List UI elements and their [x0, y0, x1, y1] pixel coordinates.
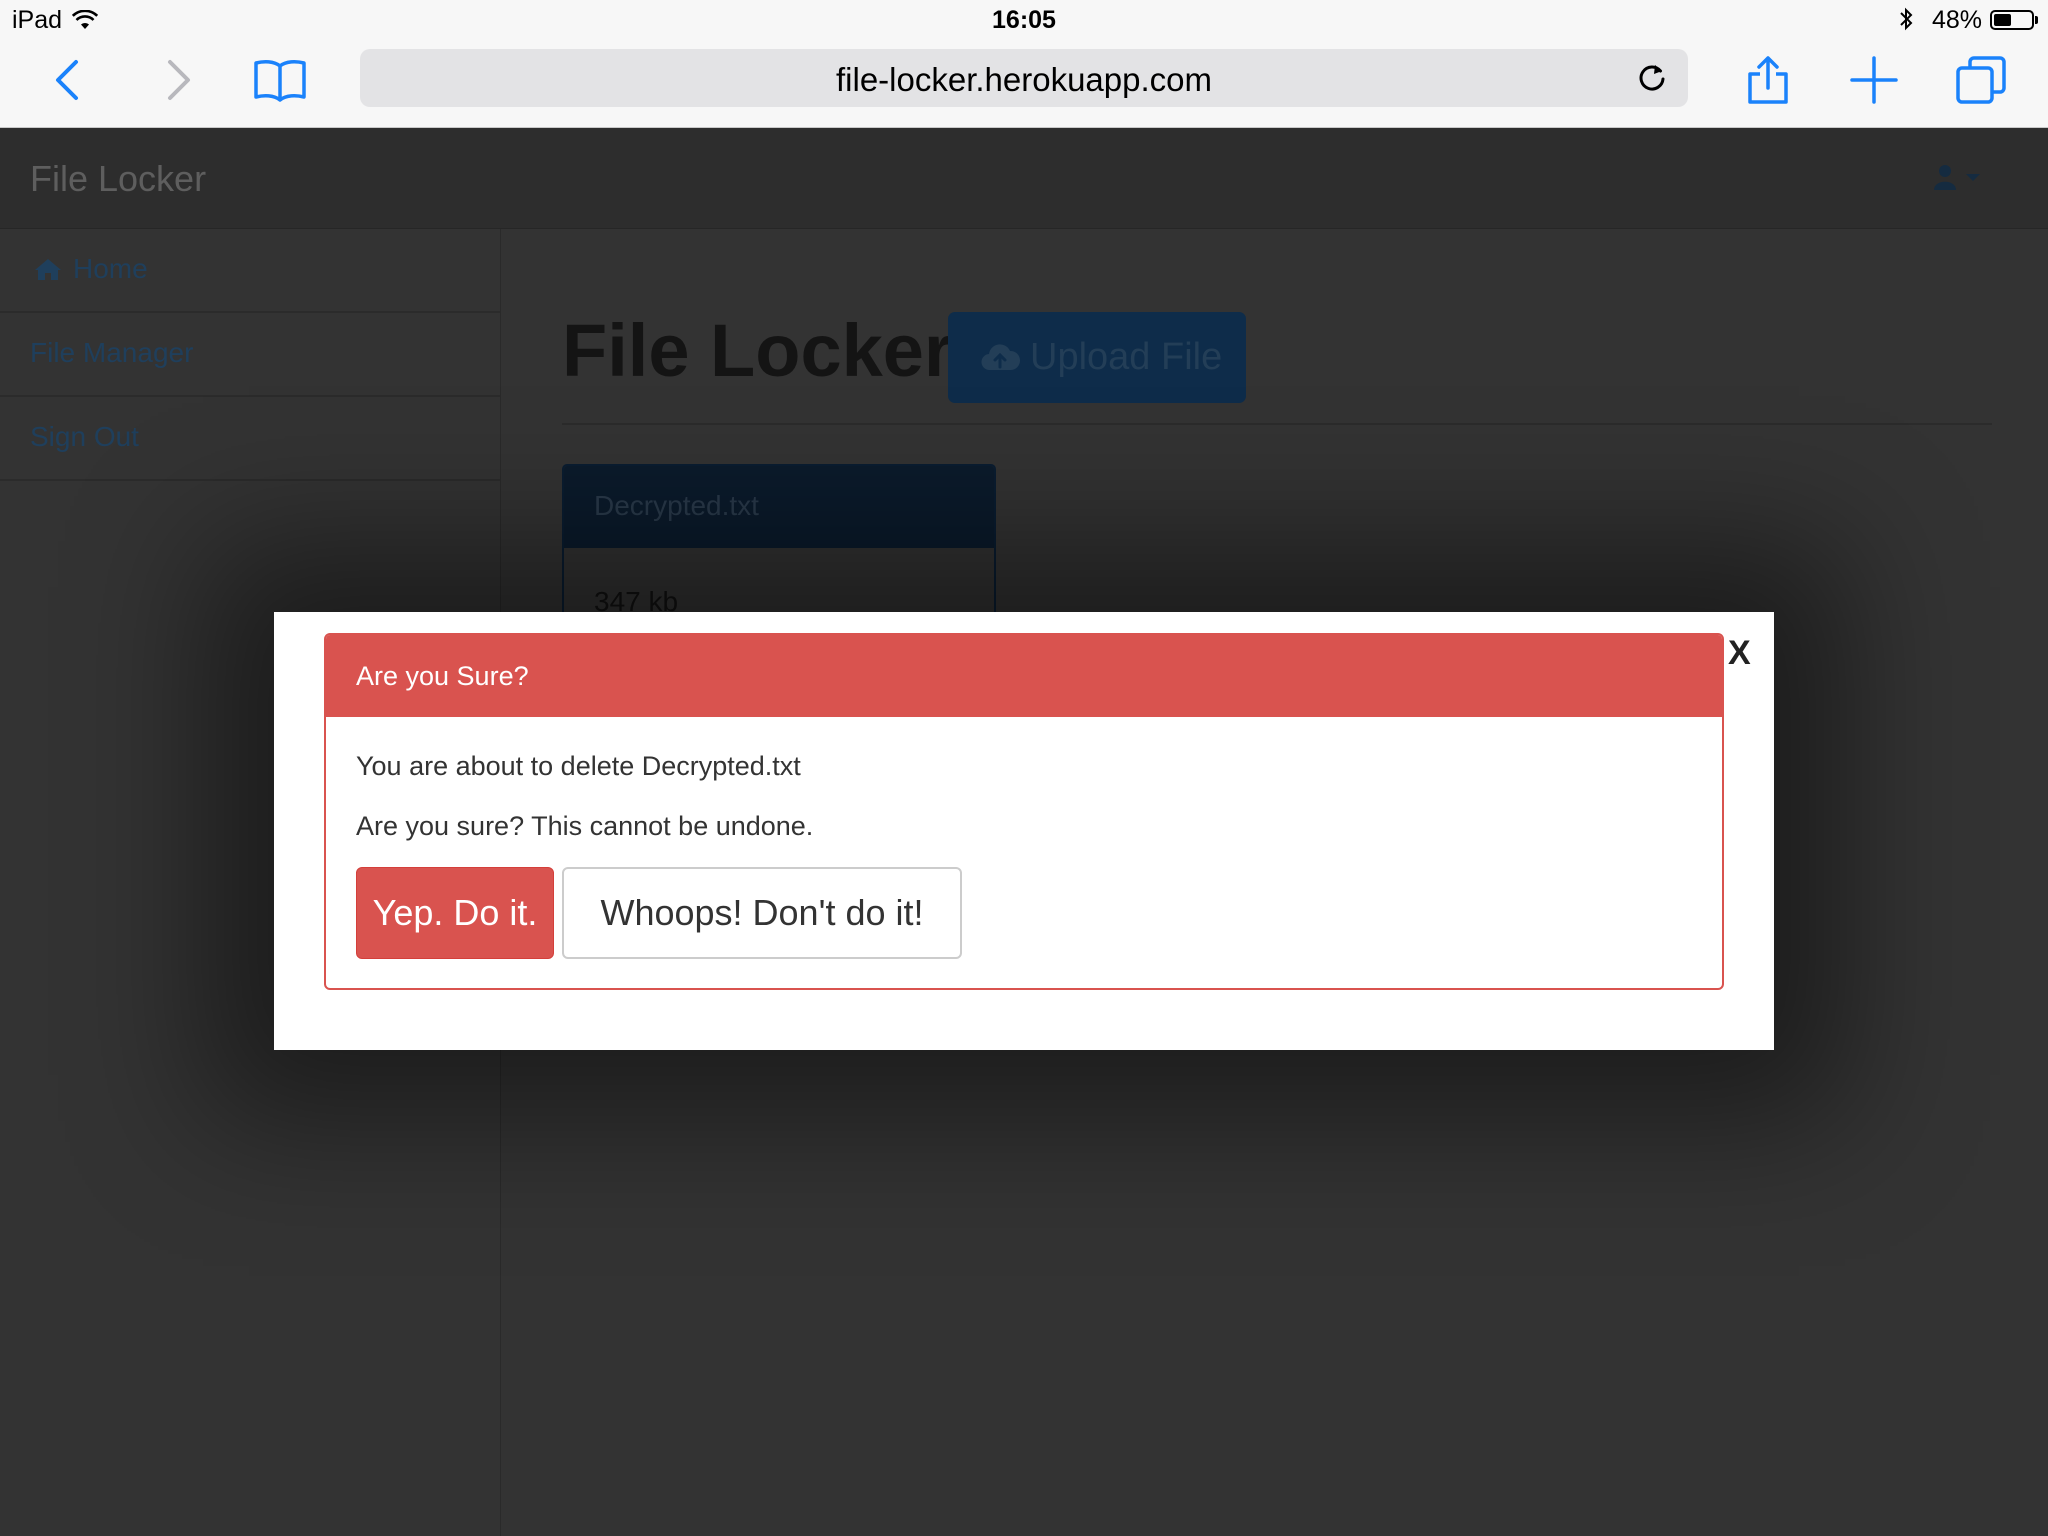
modal-title: Are you Sure? [356, 661, 529, 691]
address-bar[interactable]: file-locker.herokuapp.com [360, 49, 1688, 107]
reload-icon[interactable] [1636, 62, 1668, 94]
file-name: Decrypted.txt [594, 490, 759, 521]
url-text: file-locker.herokuapp.com [835, 61, 1213, 98]
brand[interactable]: File Locker [30, 158, 206, 200]
status-bar: iPad 16:05 48% [0, 0, 2048, 40]
sidebar-item-file-manager[interactable]: File Manager [0, 313, 500, 397]
sidebar-item-label: Sign Out [30, 421, 139, 452]
browser-toolbar: file-locker.herokuapp.com [0, 40, 2048, 128]
new-tab-icon[interactable] [1846, 52, 1902, 108]
back-icon[interactable] [42, 52, 98, 108]
user-menu-icon[interactable] [1930, 164, 1990, 194]
bookmarks-icon[interactable] [252, 52, 308, 108]
home-icon [34, 257, 62, 281]
close-button[interactable]: X [1728, 634, 1751, 673]
cloud-upload-icon [980, 342, 1021, 374]
delete-confirm-modal: X Are you Sure? You are about to delete … [274, 612, 1774, 1050]
share-icon[interactable] [1740, 52, 1796, 108]
sidebar-item-label: Home [73, 253, 148, 284]
sidebar-item-sign-out[interactable]: Sign Out [0, 397, 500, 481]
upload-file-label: Upload File [1030, 336, 1223, 378]
file-card-header: Decrypted.txt [564, 466, 994, 548]
delete-message: You are about to delete Decrypted.txt [356, 751, 801, 781]
confirm-delete-button[interactable]: Yep. Do it. [356, 867, 554, 959]
upload-file-button[interactable]: Upload File [948, 312, 1246, 403]
panel-header: Are you Sure? [326, 635, 1722, 717]
clock: 16:05 [992, 6, 1056, 34]
forward-icon[interactable] [148, 52, 204, 108]
cancel-delete-button[interactable]: Whoops! Don't do it! [562, 867, 962, 959]
tabs-icon[interactable] [1954, 52, 2010, 108]
sidebar-item-home[interactable]: Home [0, 229, 500, 313]
battery-icon [1990, 10, 2034, 30]
battery-percent: 48% [1932, 6, 1983, 34]
danger-panel: Are you Sure? You are about to delete De… [324, 633, 1724, 990]
page-title: File Locker [562, 309, 953, 392]
battery-tip [2035, 16, 2038, 24]
divider [562, 423, 1992, 425]
navbar: File Locker [0, 128, 2048, 229]
warning-message: Are you sure? This cannot be undone. [356, 811, 814, 841]
bluetooth-icon [1898, 6, 1914, 32]
sidebar-item-label: File Manager [30, 337, 194, 368]
